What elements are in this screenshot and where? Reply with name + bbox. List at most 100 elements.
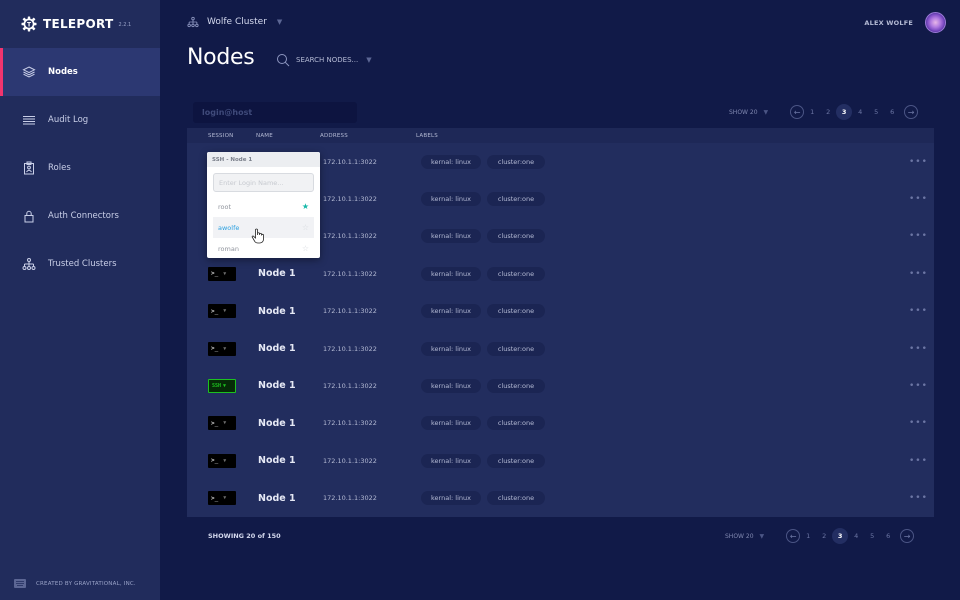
node-address: 172.10.1.1:3022 <box>323 494 377 502</box>
node-address: 172.10.1.1:3022 <box>323 195 377 203</box>
label-badge: cluster:one <box>487 304 545 318</box>
page-6-button[interactable]: 6 <box>880 528 896 544</box>
label-badge: kernal: linux <box>421 342 481 356</box>
user-menu[interactable]: ALEX WOLFE <box>864 12 946 33</box>
label-badge: cluster:one <box>487 192 545 206</box>
sidebar-item-label: Audit Log <box>48 115 88 125</box>
sidebar-item-auth-connectors[interactable]: Auth Connectors <box>0 192 160 240</box>
page-size-select[interactable]: SHOW 20 ▼ <box>725 533 764 540</box>
login-option-label: root <box>218 203 231 211</box>
page-5-button[interactable]: 5 <box>864 528 880 544</box>
column-address: ADDRESS <box>320 133 348 139</box>
page-4-button[interactable]: 4 <box>852 104 868 120</box>
page-3-button[interactable]: 3 <box>836 104 852 120</box>
chevron-down-icon: ▼ <box>223 308 226 314</box>
login-option-label: roman <box>218 245 239 253</box>
label-badge: cluster:one <box>487 416 545 430</box>
lock-icon <box>22 209 36 223</box>
more-options-icon[interactable]: ••• <box>909 493 928 503</box>
showing-count: SHOWING 20 of 150 <box>208 532 281 540</box>
star-filled-icon[interactable]: ★ <box>302 202 309 211</box>
dropdown-title: SSH - Node 1 <box>207 152 320 167</box>
node-name: Node 1 <box>258 493 296 504</box>
label-badge: kernal: linux <box>421 192 481 206</box>
more-options-icon[interactable]: ••• <box>909 269 928 279</box>
star-outline-icon[interactable]: ☆ <box>302 223 309 232</box>
sidebar-item-trusted-clusters[interactable]: Trusted Clusters <box>0 240 160 288</box>
table-row: SSH▼Node 1172.10.1.1:3022kernal: linuxcl… <box>187 367 934 404</box>
node-name: Node 1 <box>258 268 296 279</box>
page-1-button[interactable]: 1 <box>804 104 820 120</box>
chevron-down-icon: ▼ <box>277 18 282 26</box>
more-options-icon[interactable]: ••• <box>909 231 928 241</box>
cluster-icon <box>22 257 36 271</box>
app-version: 2.2.1 <box>119 22 132 28</box>
prev-page-button[interactable]: ← <box>790 105 804 119</box>
more-options-icon[interactable]: ••• <box>909 344 928 354</box>
node-name: Node 1 <box>258 455 296 466</box>
chevron-down-icon: ▼ <box>223 346 226 352</box>
label-badge: kernal: linux <box>421 491 481 505</box>
node-address: 172.10.1.1:3022 <box>323 457 377 465</box>
table-row: >_▼Node 1172.10.1.1:3022kernal: linuxclu… <box>187 442 934 479</box>
search-nodes[interactable]: SEARCH NODES... ▼ <box>276 53 372 67</box>
chevron-down-icon: ▼ <box>223 420 226 426</box>
layers-icon <box>22 65 36 79</box>
sidebar: T TELEPORT 2.2.1 Nodes Audit Log <box>0 0 160 600</box>
chevron-down-icon[interactable]: ▼ <box>366 56 371 64</box>
search-placeholder: SEARCH NODES... <box>296 56 358 64</box>
page-size-label: SHOW 20 <box>729 109 758 116</box>
page-size-select[interactable]: SHOW 20 ▼ <box>729 109 768 116</box>
page-2-button[interactable]: 2 <box>816 528 832 544</box>
sidebar-footer: CREATED BY GRAVITATIONAL, INC. <box>14 579 136 588</box>
terminal-session-button[interactable]: >_▼ <box>208 342 236 356</box>
cluster-icon <box>187 16 199 28</box>
more-options-icon[interactable]: ••• <box>909 306 928 316</box>
badge-icon <box>22 161 36 175</box>
login-name-input[interactable] <box>213 173 314 192</box>
star-outline-icon[interactable]: ☆ <box>302 244 309 253</box>
label-badge: cluster:one <box>487 491 545 505</box>
more-options-icon[interactable]: ••• <box>909 418 928 428</box>
sidebar-item-roles[interactable]: Roles <box>0 144 160 192</box>
page-title: Nodes <box>187 45 254 70</box>
page-4-button[interactable]: 4 <box>848 528 864 544</box>
label-badge: kernal: linux <box>421 229 481 243</box>
label-badge: cluster:one <box>487 229 545 243</box>
next-page-button[interactable]: → <box>900 529 914 543</box>
node-name: Node 1 <box>258 343 296 354</box>
terminal-session-button[interactable]: >_ ▼ <box>208 304 236 318</box>
login-host-input[interactable] <box>193 102 357 123</box>
column-name: NAME <box>256 133 273 139</box>
login-option-root[interactable]: root ★ <box>213 196 314 217</box>
page-6-button[interactable]: 6 <box>884 104 900 120</box>
terminal-session-button[interactable]: >_▼ <box>208 491 236 505</box>
search-icon <box>276 53 290 67</box>
page-3-button[interactable]: 3 <box>832 528 848 544</box>
avatar[interactable] <box>925 12 946 33</box>
label-badge: kernal: linux <box>421 155 481 169</box>
terminal-icon: >_ <box>211 457 218 464</box>
node-address: 172.10.1.1:3022 <box>323 345 377 353</box>
terminal-session-button[interactable]: >_▼ <box>208 416 236 430</box>
next-page-button[interactable]: → <box>904 105 918 119</box>
sidebar-item-audit-log[interactable]: Audit Log <box>0 96 160 144</box>
more-options-icon[interactable]: ••• <box>909 381 928 391</box>
more-options-icon[interactable]: ••• <box>909 157 928 167</box>
page-5-button[interactable]: 5 <box>868 104 884 120</box>
terminal-session-button[interactable]: >_▼ <box>208 454 236 468</box>
terminal-icon: >_ <box>211 308 218 315</box>
prev-page-button[interactable]: ← <box>786 529 800 543</box>
more-options-icon[interactable]: ••• <box>909 456 928 466</box>
sidebar-item-nodes[interactable]: Nodes <box>0 48 160 96</box>
label-badge: kernal: linux <box>421 454 481 468</box>
terminal-session-button[interactable]: >_▼ <box>208 267 236 281</box>
more-options-icon[interactable]: ••• <box>909 194 928 204</box>
page-1-button[interactable]: 1 <box>800 528 816 544</box>
table-header: SESSION NAME ADDRESS LABELS <box>187 128 934 143</box>
sidebar-item-label: Roles <box>48 163 71 173</box>
ssh-session-button[interactable]: SSH▼ <box>208 379 236 393</box>
cluster-selector[interactable]: Wolfe Cluster ▼ <box>187 16 282 28</box>
node-address: 172.10.1.1:3022 <box>323 270 377 278</box>
page-2-button[interactable]: 2 <box>820 104 836 120</box>
